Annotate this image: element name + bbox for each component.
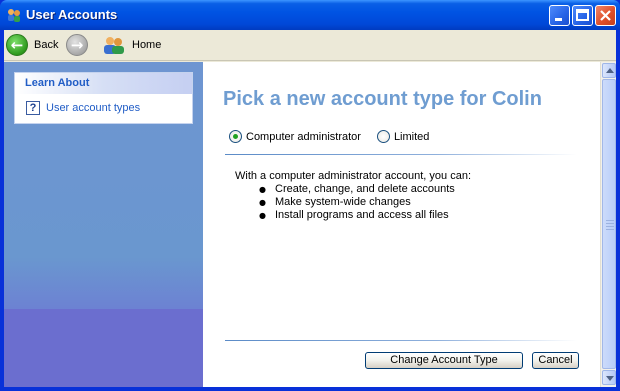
sidebar-link-user-account-types[interactable]: ? User account types	[26, 101, 140, 115]
learn-about-header: Learn About	[15, 73, 192, 94]
account-description: With a computer administrator account, y…	[235, 170, 471, 222]
page-title: Pick a new account type for Colin	[223, 88, 542, 110]
maximize-button[interactable]	[572, 5, 593, 26]
back-button[interactable]: ← Back	[6, 33, 58, 57]
user-accounts-window: User Accounts ← Back → Home Learn About …	[0, 0, 620, 391]
help-icon: ?	[26, 101, 40, 115]
minimize-button[interactable]	[549, 5, 570, 26]
list-item: Create, change, and delete accounts	[257, 183, 471, 196]
separator-bottom	[225, 340, 577, 341]
radio-label-computer-administrator[interactable]: Computer administrator	[246, 131, 361, 143]
radio-label-limited[interactable]: Limited	[394, 131, 429, 143]
back-arrow-icon: ←	[6, 34, 28, 56]
scroll-down-button[interactable]	[602, 370, 616, 385]
description-text: With a computer administrator account, y…	[235, 170, 471, 182]
forward-arrow-icon: →	[66, 34, 88, 56]
sidebar: Learn About ? User account types	[4, 62, 203, 387]
content-area: Learn About ? User account types Pick a …	[4, 62, 616, 387]
home-users-icon	[104, 37, 124, 54]
minimize-icon	[555, 18, 562, 21]
home-button[interactable]: Home	[102, 33, 161, 57]
home-label: Home	[132, 39, 162, 51]
grip-line	[606, 223, 614, 224]
scroll-thumb[interactable]	[602, 79, 616, 369]
toolbar: ← Back → Home	[4, 30, 616, 61]
vertical-scrollbar[interactable]	[600, 62, 616, 387]
sidebar-footer-band	[4, 309, 203, 387]
learn-about-panel: Learn About ? User account types	[14, 72, 193, 124]
title-bar[interactable]: User Accounts	[0, 0, 620, 30]
sidebar-link-label[interactable]: User account types	[46, 102, 140, 114]
window-body: ← Back → Home Learn About ? User account…	[4, 30, 616, 387]
list-item: Install programs and access all files	[257, 209, 471, 222]
grip-line	[606, 226, 614, 227]
forward-button[interactable]: →	[66, 33, 88, 57]
grip-line	[606, 220, 614, 221]
grip-line	[606, 229, 614, 230]
list-item: Make system-wide changes	[257, 196, 471, 209]
maximize-icon	[576, 9, 589, 21]
chevron-down-icon	[606, 376, 614, 381]
close-icon	[600, 10, 611, 21]
radio-limited[interactable]	[376, 130, 390, 143]
back-label: Back	[34, 39, 59, 51]
cancel-button[interactable]: Cancel	[532, 352, 579, 369]
separator-top	[225, 154, 577, 155]
main-panel: Pick a new account type for Colin Comput…	[203, 62, 600, 387]
capability-list: Create, change, and delete accounts Make…	[257, 183, 471, 222]
close-button[interactable]	[595, 5, 616, 26]
account-type-options: Computer administrator Limited	[229, 130, 445, 143]
radio-computer-administrator[interactable]	[229, 130, 242, 143]
scroll-up-button[interactable]	[602, 63, 616, 78]
learn-about-title: Learn About	[25, 77, 90, 89]
chevron-up-icon	[606, 68, 614, 73]
change-account-type-button[interactable]: Change Account Type	[365, 352, 523, 369]
window-title: User Accounts	[26, 7, 118, 22]
user-accounts-icon	[8, 9, 20, 22]
